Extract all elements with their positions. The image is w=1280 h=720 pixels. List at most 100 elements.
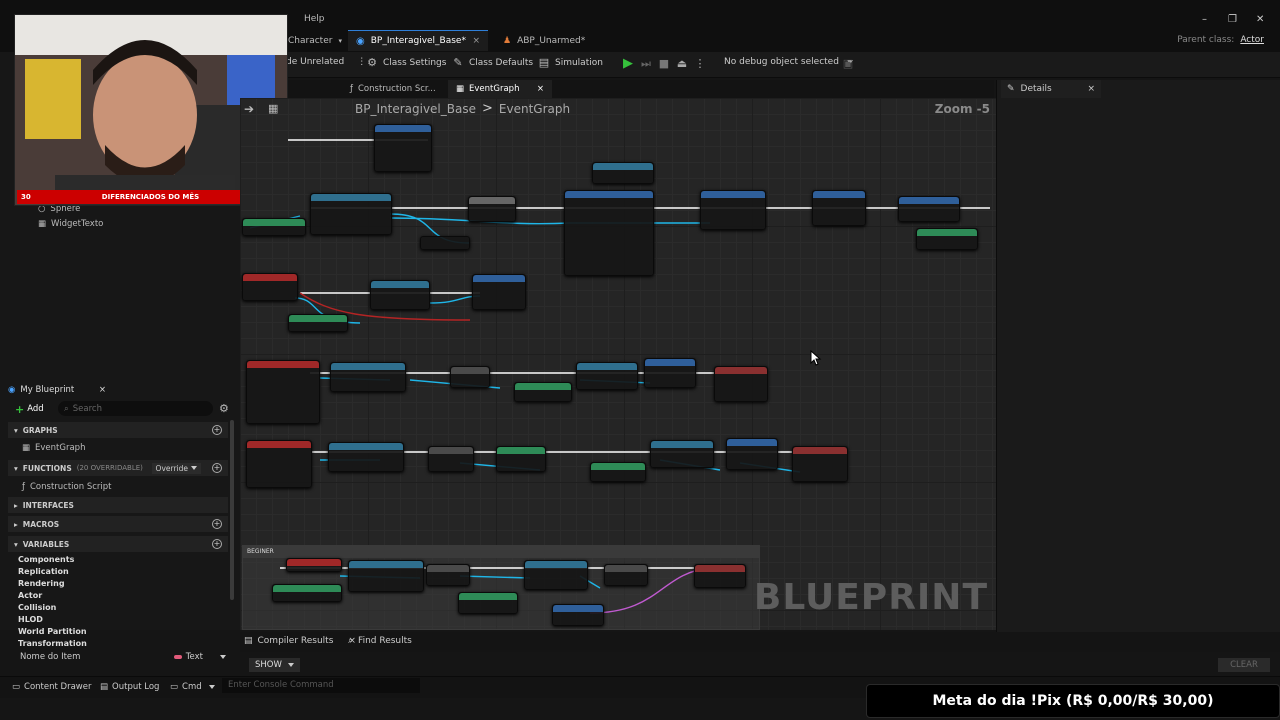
node-interface-message-3[interactable] — [726, 438, 778, 470]
tab-find-results[interactable]: ⌕ Find Results — [348, 636, 412, 646]
node-break-text[interactable] — [552, 604, 604, 626]
node-set-variable[interactable] — [450, 366, 490, 388]
close-icon[interactable]: × — [537, 84, 544, 94]
node-target-ref[interactable] — [420, 236, 470, 250]
node-cast-third-person[interactable] — [310, 193, 392, 235]
details-tab[interactable]: ✎ Details × — [1001, 80, 1101, 98]
variable-category-hlod[interactable]: HLOD — [18, 615, 43, 624]
node-event-begin-play[interactable] — [286, 558, 342, 572]
node-set-hud-2[interactable] — [792, 446, 848, 482]
event-graph-canvas[interactable]: ➔ ▦ BP_Interagivel_Base > EventGraph Zoo… — [240, 98, 996, 630]
menu-help[interactable]: Help — [304, 14, 325, 24]
play-icon[interactable]: ▶ — [622, 57, 634, 70]
node-set-hud[interactable] — [714, 366, 768, 402]
output-log-button[interactable]: ▤ Output Log — [100, 682, 159, 692]
tab-abp-unarmed[interactable]: ♟ ABP_Unarmed* — [495, 30, 593, 51]
node-cast-third-person-4[interactable] — [348, 560, 424, 592]
tab-bp-interagivel-base[interactable]: ◉ BP_Interagivel_Base* × — [348, 30, 488, 51]
add-button[interactable]: + Add — [15, 402, 44, 416]
node-play-animation[interactable] — [564, 190, 654, 276]
content-drawer-button[interactable]: ▭ Content Drawer — [12, 682, 91, 692]
node-interface-message-2[interactable] — [644, 358, 696, 388]
show-dropdown[interactable]: SHOW — [249, 658, 300, 672]
node-interface-message[interactable] — [472, 274, 526, 310]
node-event-end-overlap[interactable] — [242, 273, 298, 301]
node-cast-bp-4[interactable] — [524, 560, 588, 590]
tab-eventgraph[interactable]: ▦ EventGraph × — [448, 80, 552, 98]
step-icon[interactable]: ⏭ — [640, 58, 652, 70]
node-set-bp[interactable] — [604, 564, 648, 586]
add-macro-icon[interactable]: + — [212, 519, 222, 529]
variable-category-components[interactable]: Components — [18, 555, 74, 564]
node-branch[interactable] — [468, 196, 516, 222]
console-input[interactable]: Enter Console Command — [222, 678, 420, 693]
node-set-character[interactable] — [426, 564, 470, 586]
simulation-button[interactable]: ▤ Simulation — [538, 57, 603, 69]
variable-category-world-partition[interactable]: World Partition — [18, 627, 87, 636]
eject-icon[interactable]: ⏏ — [676, 58, 688, 70]
variable-category-rendering[interactable]: Rendering — [18, 579, 65, 588]
search-input[interactable]: ⌕ Search — [58, 401, 213, 416]
node-get-widget-3[interactable] — [590, 462, 646, 482]
node-event-component-end[interactable] — [246, 440, 312, 488]
node-interface-call[interactable] — [592, 162, 654, 184]
add-graph-icon[interactable]: + — [212, 425, 222, 435]
override-dropdown[interactable]: Override — [151, 462, 201, 474]
settings-gear-icon[interactable]: ⚙ — [219, 402, 229, 415]
close-icon[interactable]: × — [1087, 84, 1095, 94]
hide-unrelated-button[interactable]: de Unrelated ⋮ — [286, 57, 366, 67]
variable-category-actor[interactable]: Actor — [18, 591, 42, 600]
class-defaults-button[interactable]: ✎ Class Defaults — [452, 57, 533, 69]
node-get-widget[interactable] — [288, 314, 348, 332]
variable-category-transformation[interactable]: Transformation — [18, 639, 87, 648]
node-set-interagivel[interactable] — [428, 446, 474, 472]
section-graphs[interactable]: ▾ GRAPHS + — [8, 422, 228, 438]
node-set-pegavel[interactable] — [496, 446, 546, 472]
section-variables[interactable]: ▾ VARIABLES + — [8, 536, 228, 552]
node-get-widget-2[interactable] — [514, 382, 572, 402]
node-set-visibility[interactable] — [374, 124, 432, 172]
section-interfaces[interactable]: ▸ INTERFACES — [8, 497, 228, 513]
function-item-construction-script[interactable]: ƒ Construction Script — [22, 482, 111, 492]
class-settings-button[interactable]: ⚙ Class Settings — [366, 57, 446, 69]
node-cast-bp-2[interactable] — [576, 362, 638, 390]
node-cast-third-person-3[interactable] — [328, 442, 404, 472]
tab-character[interactable]: Character ▾ — [280, 30, 350, 51]
node-attach-component[interactable] — [700, 190, 766, 230]
graph-item-eventgraph[interactable]: ▦ EventGraph — [22, 443, 85, 453]
add-variable-icon[interactable]: + — [212, 539, 222, 549]
node-get-player-character[interactable] — [242, 218, 306, 236]
debug-object-dropdown[interactable]: No debug object selected — [724, 57, 853, 67]
minimize-icon[interactable]: – — [1202, 14, 1207, 25]
stop-icon[interactable]: ■ — [658, 58, 670, 70]
node-get-owner[interactable] — [916, 228, 978, 250]
node-get-player-character-2[interactable] — [272, 584, 342, 602]
section-macros[interactable]: ▸ MACROS + — [8, 516, 228, 532]
close-icon[interactable]: × — [99, 385, 106, 395]
node-cast-third-person-2[interactable] — [330, 362, 406, 392]
node-delay[interactable] — [898, 196, 960, 222]
node-cast-bp[interactable] — [370, 280, 430, 310]
node-event-begin-overlap[interactable] — [246, 360, 320, 424]
node-cast-bp-3[interactable] — [650, 440, 714, 468]
close-window-icon[interactable]: ✕ — [1256, 14, 1264, 25]
tab-construction-script[interactable]: ƒ Construction Scr... — [342, 80, 444, 98]
section-functions[interactable]: ▾ FUNCTIONS (20 OVERRIDABLE) Override + — [8, 460, 228, 476]
debug-filter-icon[interactable]: ▣ — [842, 58, 854, 70]
maximize-icon[interactable]: ❐ — [1228, 14, 1237, 25]
variable-category-collision[interactable]: Collision — [18, 603, 56, 612]
left-panel-scrollbar[interactable] — [230, 420, 234, 600]
component-widget-texto[interactable]: ▦ WidgetTexto — [38, 219, 103, 229]
close-icon[interactable]: × — [472, 36, 480, 46]
node-set-text[interactable] — [694, 564, 746, 588]
parent-class-link[interactable]: Actor — [1240, 35, 1264, 45]
add-function-icon[interactable]: + — [212, 463, 222, 473]
tab-compiler-results[interactable]: ▤ Compiler Results × — [244, 636, 356, 646]
node-get-widget-4[interactable] — [458, 592, 518, 614]
clear-button[interactable]: CLEAR — [1218, 658, 1270, 672]
node-set-collision[interactable] — [812, 190, 866, 226]
cmd-dropdown[interactable]: ▭ Cmd — [170, 682, 215, 692]
my-blueprint-tab[interactable]: ◉ My Blueprint × — [8, 382, 106, 398]
variable-row-nome-do-item[interactable]: Nome do Item Text — [20, 652, 226, 662]
variable-category-replication[interactable]: Replication — [18, 567, 69, 576]
